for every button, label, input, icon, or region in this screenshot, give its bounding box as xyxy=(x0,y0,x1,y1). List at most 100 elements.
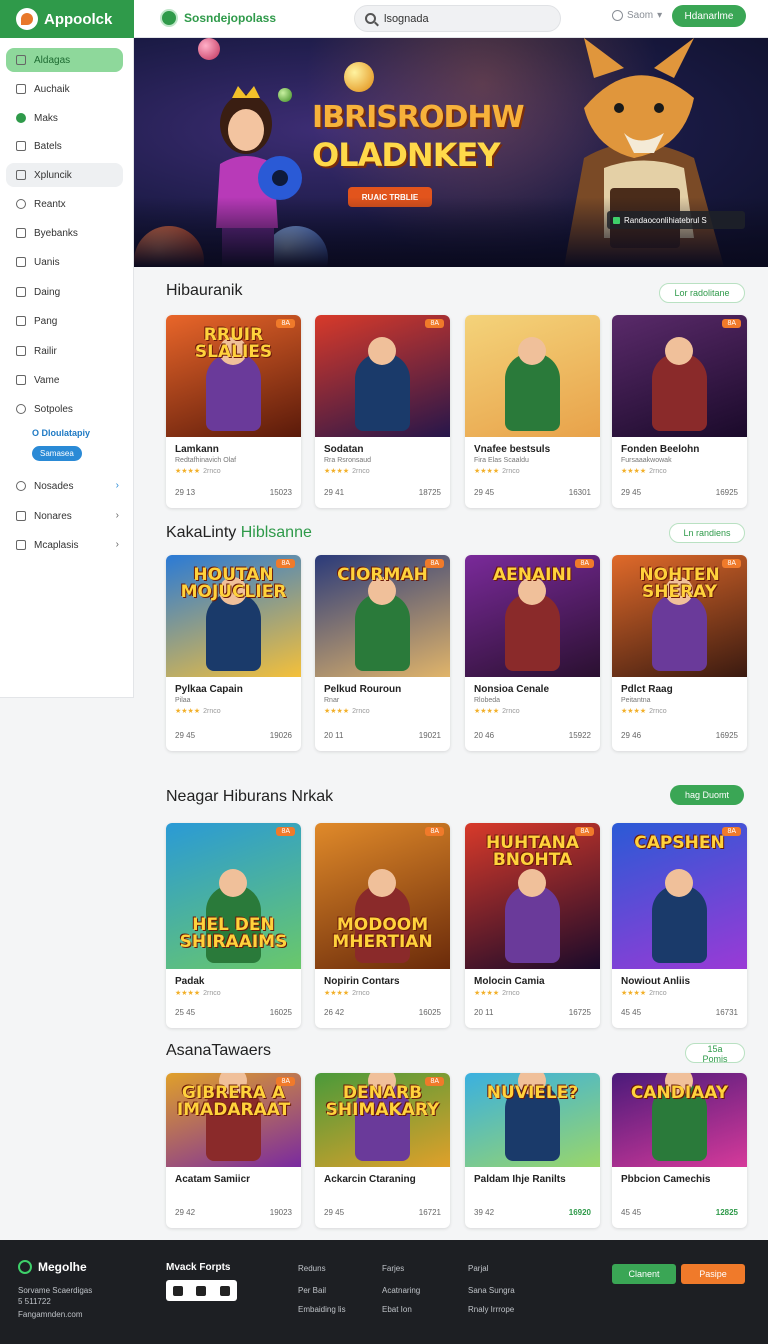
game-card-image[interactable]: HOUTAN MOJUCLIER 8A xyxy=(166,555,301,677)
user-menu[interactable]: Saom ▾ xyxy=(612,10,662,21)
sidebar-item-8[interactable]: Daing xyxy=(6,280,123,304)
section-more-button[interactable]: hag Duomt xyxy=(670,785,744,805)
sidebar-item-3[interactable]: Batels xyxy=(6,134,123,158)
game-card-title[interactable]: Fonden Beelohn xyxy=(621,444,699,455)
game-card[interactable]: HEL DEN SHIRAAIMS 8A Padak ★★★★ 2rnco 25 45 16… xyxy=(166,823,301,1028)
sidebar-item-notes[interactable]: Nosades › xyxy=(6,474,123,498)
game-card-image[interactable]: 8A xyxy=(315,315,450,437)
game-card-title[interactable]: Nowiout Anliis xyxy=(621,976,690,987)
hero-info-badge[interactable]: Randaoconlihiatebrul S xyxy=(607,211,745,229)
game-card-image[interactable]: CAPSHEN 8A xyxy=(612,823,747,969)
sidebar-item-12[interactable]: Sotpoles xyxy=(6,397,123,421)
game-card[interactable]: CAPSHEN 8A Nowiout Anliis ★★★★ 2rnco 45 45 167… xyxy=(612,823,747,1028)
search-input[interactable] xyxy=(384,12,544,25)
sidebar-item-label: Nosades xyxy=(34,480,74,492)
twitter-icon[interactable] xyxy=(220,1285,231,1296)
section-more-button[interactable]: 15a Pomis xyxy=(685,1043,745,1064)
footer-link[interactable]: Farjes xyxy=(382,1264,404,1273)
game-card[interactable]: CANDIAAY Pbbcion Camechis 45 45 12825 xyxy=(612,1073,747,1228)
game-card[interactable]: RRUIR SLALIES 8A Lamkann Redtafhinavich Ola… xyxy=(166,315,301,508)
game-card-title[interactable]: Molocin Camia xyxy=(474,976,545,987)
game-card[interactable]: Vnafee bestsuls Fira Elas Scaaldu ★★★★ 2rnc… xyxy=(465,315,600,508)
game-card[interactable]: DENARB SHIMAKARY 8A Ackarcin Ctaraning 29 4… xyxy=(315,1073,450,1228)
sidebar-sub-pill[interactable]: Samasea xyxy=(32,446,82,461)
game-card-image[interactable]: 8A xyxy=(612,315,747,437)
game-card-image[interactable]: GIBRERA A IMADARAAT 8A xyxy=(166,1073,301,1167)
game-card-image[interactable]: DENARB SHIMAKARY 8A xyxy=(315,1073,450,1167)
footer-link[interactable]: Ebat Ion xyxy=(382,1305,412,1314)
game-card-image[interactable]: NOHTEN SHERAY 8A xyxy=(612,555,747,677)
game-card[interactable]: MODOOM MHERTIAN 8A Nopirin Contars ★★★★ 2rnc… xyxy=(315,823,450,1028)
sidebar-item-10[interactable]: Railir xyxy=(6,339,123,363)
sidebar-item-1[interactable]: Auchaik xyxy=(6,77,123,101)
game-card-title[interactable]: Nonsioa Cenale xyxy=(474,684,549,695)
game-card-stat: 16721 xyxy=(418,1208,441,1217)
sidebar-item-4[interactable]: Xpluncik xyxy=(6,163,123,187)
sidebar-item-9[interactable]: Pang xyxy=(6,309,123,333)
brand-logo-area[interactable]: Appoolck xyxy=(0,0,134,38)
game-card-image[interactable]: MODOOM MHERTIAN 8A xyxy=(315,823,450,969)
sidebar-sub-link[interactable]: O Dloulatapiy xyxy=(32,428,90,438)
game-card[interactable]: HOUTAN MOJUCLIER 8A Pylkaa Capain Pilaa ★★★★… xyxy=(166,555,301,751)
brand-name: Appoolck xyxy=(44,10,113,28)
game-card-title[interactable]: Pbbcion Camechis xyxy=(621,1174,710,1185)
footer-link[interactable]: Rnaly Irrrope xyxy=(468,1305,514,1314)
game-card-title[interactable]: Pylkaa Capain xyxy=(175,684,243,695)
header-cta-button[interactable]: Hdanarlme xyxy=(672,5,746,27)
section-more-button[interactable]: Lor radolitane xyxy=(659,283,745,303)
game-card-image[interactable]: HEL DEN SHIRAAIMS 8A xyxy=(166,823,301,969)
game-card-title[interactable]: Padak xyxy=(175,976,204,987)
sidebar-item-5[interactable]: Reantx xyxy=(6,192,123,216)
game-card-image[interactable]: RRUIR SLALIES 8A xyxy=(166,315,301,437)
game-card-title[interactable]: Pelkud Rouroun xyxy=(324,684,401,695)
footer-link[interactable]: Reduns xyxy=(298,1264,326,1273)
game-card[interactable]: AENAINI 8A Nonsioa Cenale Rlobeda ★★★★ 2rnco 2… xyxy=(465,555,600,751)
game-card-image[interactable]: AENAINI 8A xyxy=(465,555,600,677)
game-card-image[interactable]: NUVIELE? xyxy=(465,1073,600,1167)
facebook-icon[interactable] xyxy=(172,1285,183,1296)
footer-link[interactable]: Parjal xyxy=(468,1264,488,1273)
footer-link[interactable]: Acatnaring xyxy=(382,1286,420,1295)
game-card-title[interactable]: Vnafee bestsuls xyxy=(474,444,550,455)
instagram-icon[interactable] xyxy=(196,1285,207,1296)
game-card-title[interactable]: Nopirin Contars xyxy=(324,976,400,987)
game-card[interactable]: HUHTANA BNOHTA 8A Molocin Camia ★★★★ 2rnco 20… xyxy=(465,823,600,1028)
game-card[interactable]: 8A Fonden Beelohn Fursaaakwowak ★★★★ 2rnco 29… xyxy=(612,315,747,508)
sidebar-item-7[interactable]: Uanis xyxy=(6,250,123,274)
rating-stars: ★★★★ 2rnco xyxy=(175,707,221,715)
section-more-button[interactable]: Ln randiens xyxy=(669,523,745,543)
footer-brand[interactable]: Megolhe xyxy=(18,1260,87,1274)
sidebar-item-0[interactable]: Aldagas xyxy=(6,48,123,72)
sidebar-item-maps[interactable]: Mcaplasis › xyxy=(6,533,123,557)
game-card-title[interactable]: Sodatan xyxy=(324,444,363,455)
game-card[interactable]: NUVIELE? Paldam Ihje Ranilts 39 42 16920 xyxy=(465,1073,600,1228)
sidebar-item-6[interactable]: Byebanks xyxy=(6,221,123,245)
footer-link[interactable]: Sana Sungra xyxy=(468,1286,515,1295)
footer-link[interactable]: Per Bail xyxy=(298,1286,326,1295)
game-card[interactable]: 8A Sodatan Rra Rsronsaud ★★★★ 2rnco 29 41 1872… xyxy=(315,315,450,508)
sub-brand[interactable]: Sosndejopolass xyxy=(160,9,276,27)
game-card-title[interactable]: Ackarcin Ctaraning xyxy=(324,1174,416,1185)
game-card-title[interactable]: Lamkann xyxy=(175,444,219,455)
game-card-image[interactable]: CIORMAH 8A xyxy=(315,555,450,677)
sidebar-item-2[interactable]: Maks xyxy=(6,106,123,130)
game-card-image[interactable] xyxy=(465,315,600,437)
game-card-image[interactable]: CANDIAAY xyxy=(612,1073,747,1167)
game-card[interactable]: NOHTEN SHERAY 8A Pdlct Raag Peitantna ★★★★ 2r… xyxy=(612,555,747,751)
game-card-title[interactable]: Paldam Ihje Ranilts xyxy=(474,1174,566,1185)
game-card-image[interactable]: HUHTANA BNOHTA 8A xyxy=(465,823,600,969)
sidebar-item-nonares[interactable]: Nonares › xyxy=(6,504,123,528)
sidebar-item-11[interactable]: Vame xyxy=(6,368,123,392)
game-card-title[interactable]: Acatam Samiicr xyxy=(175,1174,250,1185)
footer-link[interactable]: Fangamnden.com xyxy=(18,1310,82,1319)
game-card-title[interactable]: Pdlct Raag xyxy=(621,684,673,695)
footer-green-button[interactable]: Clanent xyxy=(612,1264,676,1284)
footer-link[interactable]: Embaiding lis xyxy=(298,1305,346,1314)
search-bar[interactable] xyxy=(354,5,561,32)
age-rating-badge: 8A xyxy=(276,1077,295,1086)
footer-orange-button[interactable]: Pasipe xyxy=(681,1264,745,1284)
game-card[interactable]: CIORMAH 8A Pelkud Rouroun Rnar ★★★★ 2rnco 20 1… xyxy=(315,555,450,751)
hero-banner[interactable]: IBRISRODHW OLADNKEY RUAIC TRBLIE Randaoc… xyxy=(134,38,768,267)
box-icon xyxy=(16,170,26,180)
game-card[interactable]: GIBRERA A IMADARAAT 8A Acatam Samiicr 29 42… xyxy=(166,1073,301,1228)
